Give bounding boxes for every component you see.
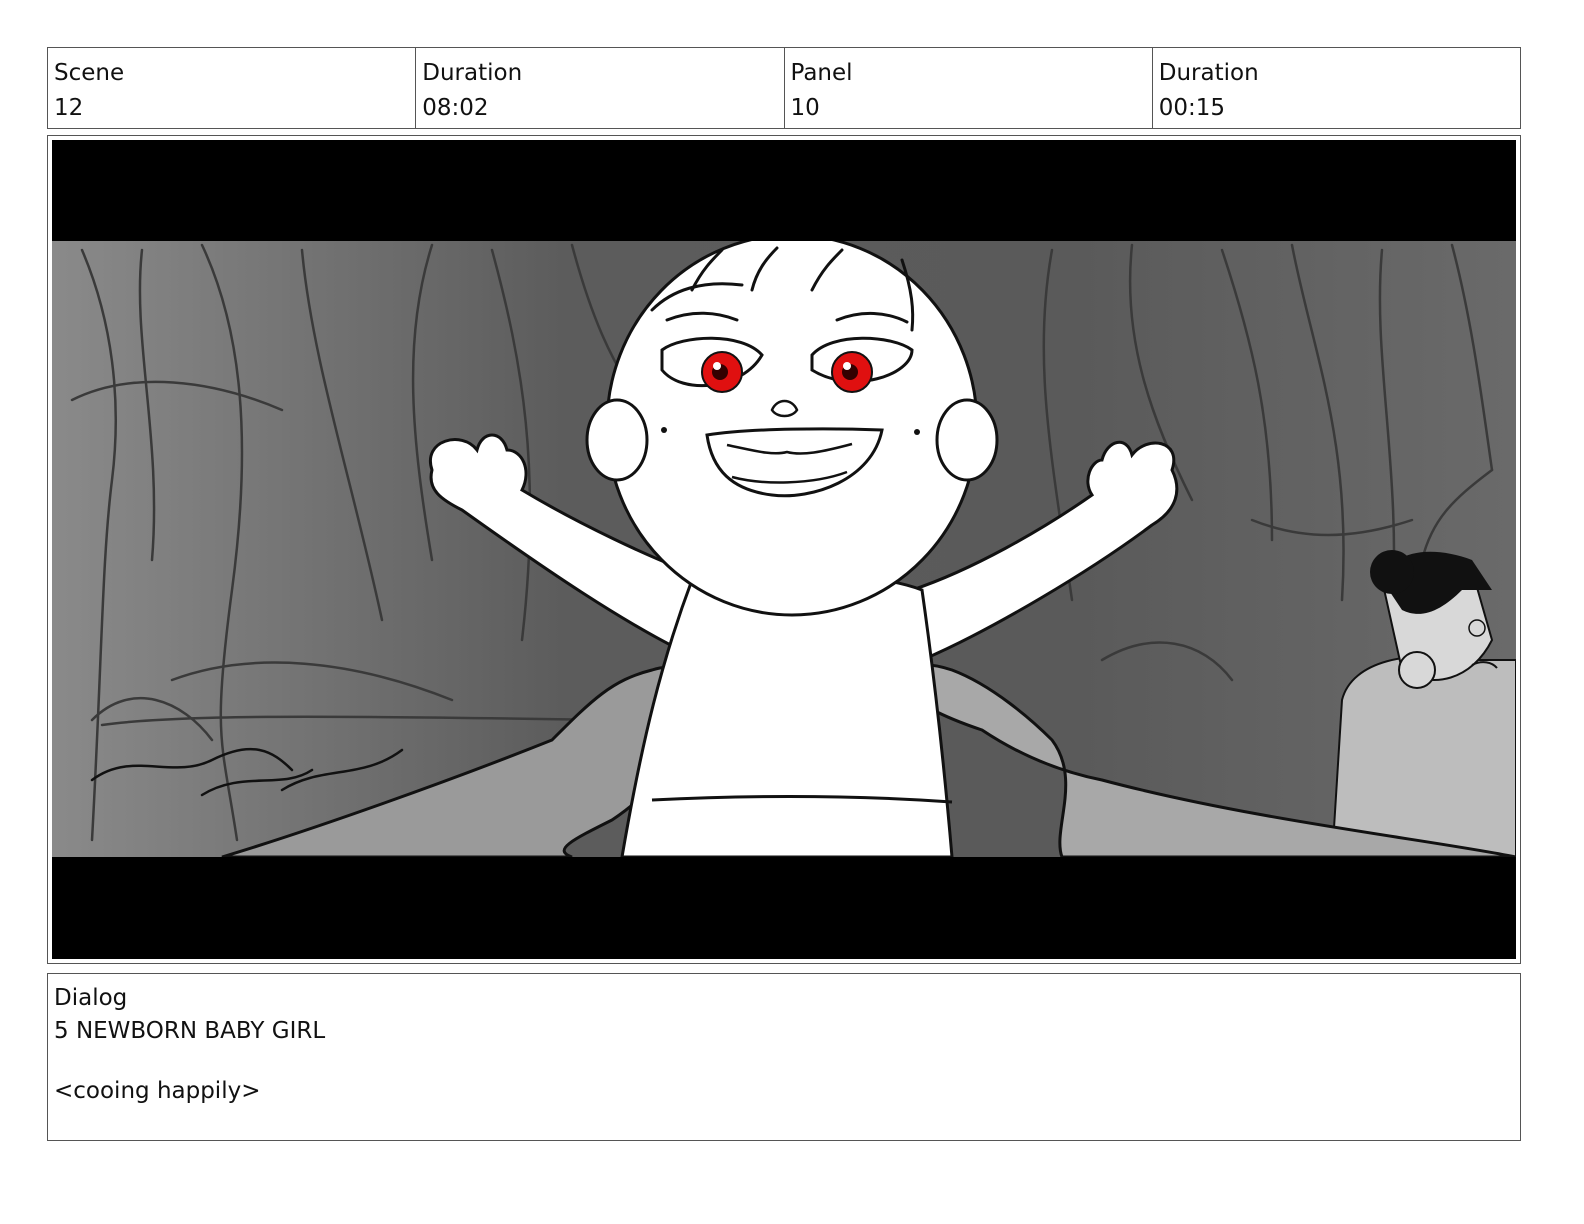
storyboard-image (52, 140, 1516, 959)
panel-value: 10 (790, 95, 820, 121)
scene-cell: Scene 12 (48, 48, 417, 128)
panel-cell: Panel 10 (785, 48, 1153, 128)
panel-duration-value: 00:15 (1158, 95, 1226, 121)
panel-info-header: Scene 12 Duration 08:02 Panel 10 Duratio… (47, 47, 1521, 129)
scene-value: 12 (54, 95, 84, 121)
scene-label: Scene (54, 60, 125, 86)
panel-duration-cell: Duration 00:15 (1153, 48, 1520, 128)
baby-sketch-illustration (52, 140, 1516, 959)
dialog-text: 5 NEWBORN BABY GIRL <cooing happily> (54, 1018, 326, 1104)
dialog-label: Dialog (54, 985, 128, 1011)
storyboard-frame (47, 135, 1521, 964)
panel-duration-label: Duration (1158, 60, 1259, 86)
dialog-box: Dialog 5 NEWBORN BABY GIRL <cooing happi… (47, 973, 1521, 1141)
scene-duration-label: Duration (422, 60, 523, 86)
panel-label: Panel (790, 60, 853, 86)
scene-duration-value: 08:02 (422, 95, 489, 121)
scene-duration-cell: Duration 08:02 (416, 48, 785, 128)
